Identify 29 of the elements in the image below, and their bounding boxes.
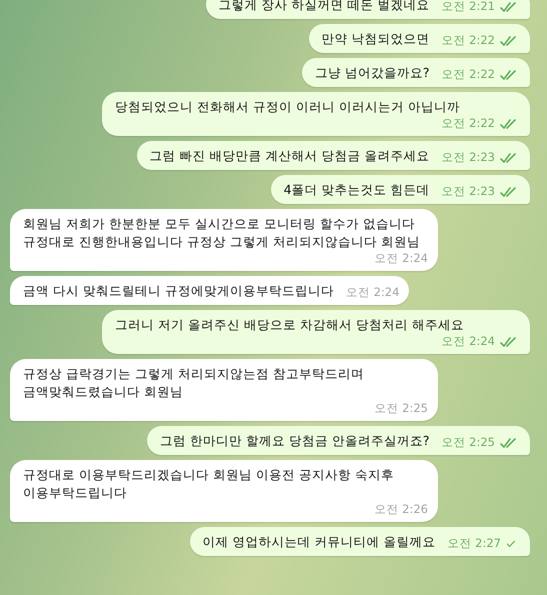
message-text: 그럼 한마디만 할께요 당첨금 안올려주실꺼죠? <box>160 432 430 450</box>
message-time: 오전 2:24 <box>346 285 400 300</box>
message-text: 이제 영업하시는데 커뮤니티에 올릴께요 <box>202 533 436 551</box>
message-time: 오전 2:25 <box>374 401 428 416</box>
message-text: 그럼 빠진 배당만큼 계산해서 당첨금 올려주세요 <box>150 147 430 165</box>
message-text: 회원님 저희가 한분한분 모두 실시간으로 모니터링 할수가 없습니다 <box>23 215 416 233</box>
message-text: 금액맞춰드렸습니다 회원님 <box>23 383 184 401</box>
message-time: 오전 2:22 <box>442 33 495 48</box>
message-time: 오전 2:23 <box>442 150 495 165</box>
message-time: 오전 2:22 <box>442 116 495 131</box>
message-text: 4폴더 맞추는것도 힘든데 <box>284 181 430 199</box>
message-text: 이용부탁드립니다 <box>23 484 128 502</box>
message-text: 만약 낙첨되었으면 <box>322 30 430 48</box>
message-text: 규정상 급락경기는 그렇게 처리되지않는점 참고부탁드리며 <box>23 365 365 383</box>
message-time: 오전 2:22 <box>442 67 495 82</box>
message-text: 그러니 저기 올려주신 배당으로 차감해서 당첨처리 해주세요 <box>115 316 464 334</box>
message-time: 오전 2:25 <box>442 435 495 450</box>
message-time: 오전 2:26 <box>374 502 428 517</box>
message-text: 그렇게 장사 하실꺼면 떼돈 벌겠네요 <box>218 0 430 14</box>
message-time: 오전 2:24 <box>374 251 428 266</box>
message-text: 당첨되었으니 전화해서 규정이 이러니 이러시는거 아닙니까 <box>115 98 460 116</box>
message-text: 규정대로 진행한내용입니다 규정상 그렇게 처리되지않습니다 회원님 <box>23 233 421 251</box>
message-time: 오전 2:27 <box>448 536 501 551</box>
message-text: 금액 다시 맞춰드릴테니 규정에맞게이용부탁드립니다 <box>23 282 334 300</box>
message-time: 오전 2:24 <box>442 334 495 349</box>
message-time: 오전 2:21 <box>442 0 495 14</box>
message-time: 오전 2:23 <box>442 184 495 199</box>
message-text: 규정대로 이용부탁드리겠습니다 회원님 이용전 공지사항 숙지후 <box>23 466 395 484</box>
message-text: 그냥 넘어갔을까요? <box>314 64 430 82</box>
